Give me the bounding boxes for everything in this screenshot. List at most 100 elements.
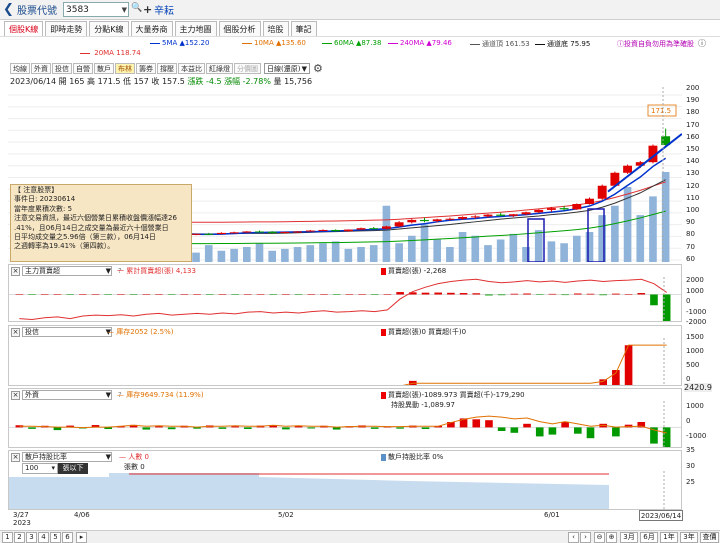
axis-tick: -2000 bbox=[686, 318, 707, 326]
tab-3[interactable]: 大量券商 bbox=[130, 21, 173, 36]
legend-swatch bbox=[381, 391, 386, 399]
chart-btn-6[interactable]: 籌券 bbox=[136, 62, 156, 74]
chart-btn-0[interactable]: 均線 bbox=[10, 62, 30, 74]
close-icon[interactable]: × bbox=[11, 390, 20, 400]
retail-axis: 35 30 25 bbox=[683, 446, 720, 510]
chart-btn-7[interactable]: 撐壓 bbox=[157, 62, 177, 74]
period-select[interactable]: 日線(還原) ▼ bbox=[264, 62, 310, 74]
volume-bar bbox=[611, 205, 619, 262]
x-label-4: 6/01 bbox=[544, 511, 560, 519]
volume-bar bbox=[293, 247, 302, 262]
tab-5[interactable]: 個股分析 bbox=[218, 21, 261, 36]
candle-body bbox=[369, 228, 379, 230]
chart-btn-2[interactable]: 投信 bbox=[52, 62, 72, 74]
candle-body bbox=[496, 214, 506, 216]
candle-body bbox=[546, 208, 556, 210]
notice-line-0: 【 注意股票】 bbox=[14, 186, 59, 194]
prev-arrow-icon[interactable]: ‹ bbox=[568, 532, 579, 543]
next-arrow-icon[interactable]: ▸ bbox=[76, 532, 87, 543]
close-icon[interactable]: × bbox=[11, 452, 20, 462]
add-icon[interactable]: + bbox=[143, 3, 152, 16]
page-button-4[interactable]: 4 bbox=[38, 532, 49, 543]
retail-threshold-value: 100 bbox=[25, 464, 39, 472]
gear-icon[interactable]: ⚙ bbox=[313, 62, 323, 75]
range-button-2[interactable]: 1年 bbox=[660, 532, 678, 543]
foreign-select[interactable]: 外資 ▼ bbox=[22, 390, 112, 400]
main-force-bar bbox=[79, 294, 87, 295]
chart-btn-10[interactable]: 分價圖 bbox=[234, 62, 261, 74]
page-button-6[interactable]: 6 bbox=[62, 532, 73, 543]
foreign-chart[interactable] bbox=[9, 401, 682, 448]
stock-code-combo[interactable]: 3583 ▼ bbox=[63, 2, 129, 17]
chart-btn-1[interactable]: 外資 bbox=[31, 62, 51, 74]
chart-btn-3[interactable]: 自營 bbox=[73, 62, 93, 74]
chevron-down-icon[interactable]: ▼ bbox=[122, 6, 128, 14]
disclaimer-text[interactable]: ⓘ投資自負勿用為準確股 bbox=[617, 39, 694, 49]
page-button-3[interactable]: 3 bbox=[26, 532, 37, 543]
axis-tick: 1000 bbox=[686, 286, 704, 295]
page-button-5[interactable]: 5 bbox=[50, 532, 61, 543]
volume-bar bbox=[446, 247, 454, 262]
trust-select[interactable]: 投信 ▼ bbox=[22, 327, 112, 337]
main-force-bar bbox=[624, 294, 633, 295]
retail-threshold-input[interactable]: 100 ▾ bbox=[22, 463, 58, 474]
open-value: 165 bbox=[69, 77, 85, 86]
main-force-bar bbox=[599, 294, 607, 296]
change-value: -4.5 bbox=[205, 77, 222, 86]
close-icon[interactable]: × bbox=[11, 327, 20, 337]
notice-box[interactable]: 【 注意股票】 事件日: 20230614 當年度累積次數: 5 注意交易資訊，最近六… bbox=[10, 184, 192, 262]
tab-0[interactable]: 個股K線 bbox=[4, 21, 44, 36]
page-button-1[interactable]: 1 bbox=[2, 532, 13, 543]
search-icon[interactable]: 🔍 bbox=[131, 3, 143, 16]
main-force-bar bbox=[91, 294, 100, 295]
ma-item-1: 10MA ▲135.60 bbox=[242, 39, 306, 47]
cum-legend-text: 一 累計買賣超(張) 4,133 bbox=[117, 267, 196, 275]
app-header: ❮ 股票代號 3583 ▼ 🔍 + 辛耘 bbox=[0, 0, 720, 20]
tab-2[interactable]: 分點K線 bbox=[89, 21, 129, 36]
volume-bar bbox=[204, 245, 213, 262]
x-label-year: 2023 bbox=[13, 519, 31, 527]
tab-4[interactable]: 主力地圖 bbox=[174, 21, 217, 36]
chevron-left-icon[interactable]: ❮ bbox=[3, 2, 15, 17]
range-button-3[interactable]: 3年 bbox=[680, 532, 698, 543]
main-force-panel: × 主力買賣超 ▼ ? 一 累計買賣超(張) 4,133 買賣超(張) -2,26… bbox=[8, 264, 682, 322]
page-button-2[interactable]: 2 bbox=[14, 532, 25, 543]
tab-6[interactable]: 培股 bbox=[262, 21, 289, 36]
close-icon[interactable]: × bbox=[11, 266, 20, 276]
volume-bar bbox=[598, 215, 606, 262]
range-button-1[interactable]: 6月 bbox=[640, 532, 658, 543]
chart-btn-4[interactable]: 散戶 bbox=[94, 62, 114, 74]
price-date: 2023/06/14 bbox=[10, 77, 57, 86]
pct-value: -2.78% bbox=[242, 77, 271, 86]
tab-1[interactable]: 即時走勢 bbox=[45, 21, 88, 36]
tab-7[interactable]: 筆記 bbox=[290, 21, 317, 36]
candle-body bbox=[420, 219, 429, 222]
ma-label: 60MA bbox=[334, 39, 356, 47]
chart-btn-8[interactable]: 本益比 bbox=[178, 62, 205, 74]
ma-value: 75.95 bbox=[570, 40, 591, 48]
retail-select[interactable]: 散戶持股比率 ▼ bbox=[22, 452, 112, 462]
vol-value: 15,756 bbox=[284, 77, 313, 86]
price-info: 2023/06/14 開 165 高 171.5 低 157 收 157.5 漲… bbox=[10, 76, 312, 87]
candle-body bbox=[559, 208, 569, 210]
main-force-bar bbox=[205, 294, 214, 295]
main-force-select[interactable]: 主力買賣超 ▼ bbox=[22, 266, 112, 276]
chart-btn-9[interactable]: 紅綠燈 bbox=[206, 62, 233, 74]
price-tick: 130 bbox=[686, 169, 700, 178]
main-force-bar bbox=[244, 294, 252, 295]
retail-ratio-text: 散戶持股比率 0% bbox=[388, 453, 444, 461]
retail-chart[interactable] bbox=[9, 471, 682, 510]
chart-btn-5[interactable]: 布林 bbox=[115, 62, 135, 74]
x-label-3: 5/02 bbox=[278, 511, 294, 519]
legend-swatch bbox=[381, 328, 386, 336]
next-page-icon[interactable]: › bbox=[580, 532, 591, 543]
trust-select-value: 投信 bbox=[25, 328, 39, 336]
zoom-in-icon[interactable]: ⊕ bbox=[606, 532, 617, 543]
trust-chart[interactable] bbox=[9, 338, 682, 386]
help-icon[interactable]: ⓘ bbox=[698, 38, 706, 49]
range-button-0[interactable]: 3月 bbox=[620, 532, 638, 543]
main-force-chart[interactable] bbox=[9, 277, 682, 322]
zoom-out-icon[interactable]: ⊖ bbox=[594, 532, 605, 543]
axis-tick: 1000 bbox=[686, 347, 704, 355]
range-button-4[interactable]: 查價 bbox=[700, 532, 719, 543]
